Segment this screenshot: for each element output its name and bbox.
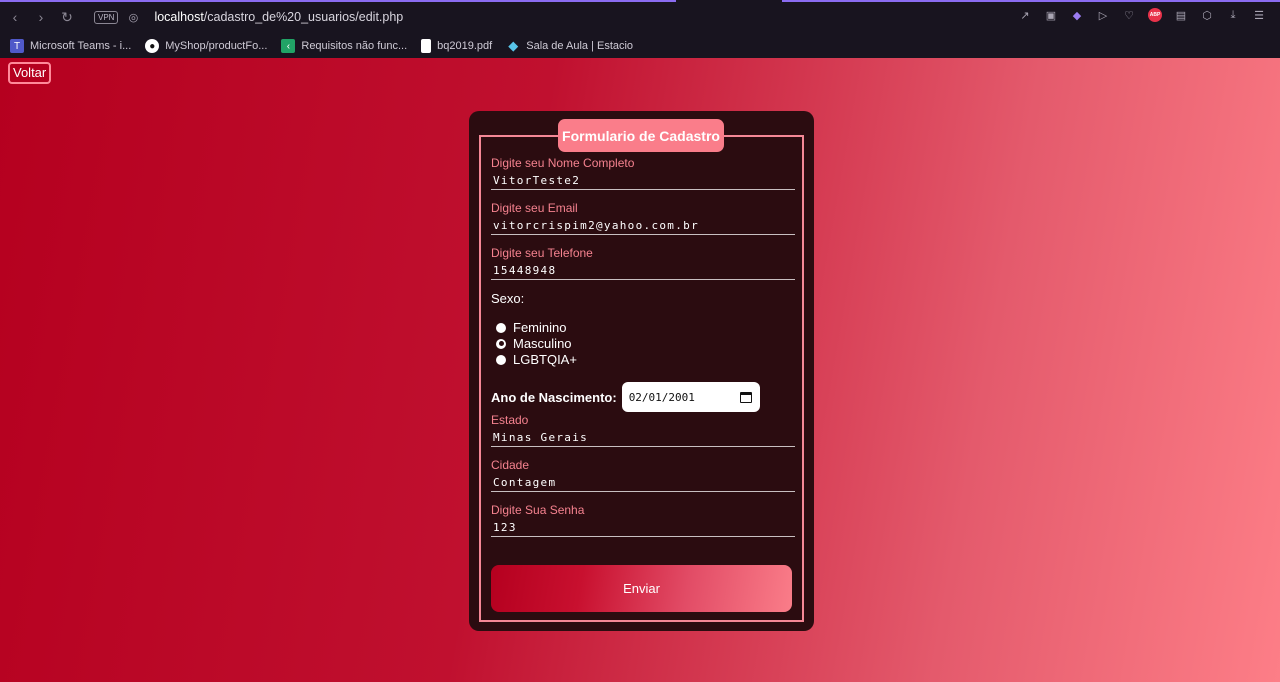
nome-field: Digite seu Nome Completo VitorTeste2 [491, 156, 795, 190]
back-arrow-icon[interactable]: ‹ [2, 4, 28, 30]
cidade-field: Cidade Contagem [491, 458, 795, 492]
radio-button[interactable] [496, 354, 506, 365]
download-icon[interactable]: ⤓ [1226, 8, 1240, 22]
telefone-input[interactable]: 15448948 [491, 264, 795, 280]
bookmark-estacio[interactable]: ◆ Sala de Aula | Estacio [506, 38, 634, 53]
radio-feminino[interactable]: Feminino [496, 320, 566, 335]
radio-lgbtqia[interactable]: LGBTQIA+ [496, 352, 577, 367]
browser-toolbar: ‹ › ↻ VPN ◎ localhost/cadastro_de%20_usu… [0, 0, 1280, 34]
bookmark-requisitos[interactable]: ‹ Requisitos não func... [281, 39, 407, 53]
heart-icon[interactable]: ♡ [1122, 8, 1136, 22]
telefone-field: Digite seu Telefone 15448948 [491, 246, 795, 280]
bookmark-label: Requisitos não func... [301, 40, 408, 52]
tab-indicator [782, 0, 1280, 2]
email-input[interactable]: vitorcrispim2@yahoo.com.br [491, 219, 795, 235]
globe-icon: ◎ [128, 11, 139, 24]
telefone-label: Digite seu Telefone [491, 246, 593, 260]
back-button[interactable]: Voltar [8, 62, 52, 84]
send-icon[interactable]: ▷ [1096, 8, 1110, 22]
bookmark-pdf[interactable]: bq2019.pdf [421, 39, 492, 53]
senha-label: Digite Sua Senha [491, 503, 585, 517]
senha-input[interactable]: 123 [491, 521, 795, 537]
nascimento-row: Ano de Nascimento: 02/01/2001 [491, 382, 760, 412]
radio-label: Feminino [513, 320, 567, 335]
extension-icon[interactable]: ▤ [1174, 8, 1188, 22]
camera-icon[interactable]: ▣ [1044, 8, 1058, 22]
sexo-label: Sexo: [491, 291, 525, 306]
teams-icon: T [10, 39, 24, 53]
shield-icon[interactable]: ◆ [1070, 8, 1084, 22]
bookmark-teams[interactable]: T Microsoft Teams - i... [10, 39, 131, 53]
bookmark-label: Microsoft Teams - i... [30, 40, 132, 52]
bookmarks-bar: T Microsoft Teams - i... ● MyShop/produc… [0, 34, 1280, 58]
calendar-icon[interactable] [739, 391, 752, 403]
share-icon[interactable]: ↗ [1018, 8, 1032, 22]
radio-label: Masculino [513, 336, 572, 351]
toolbar-icons: ↗ ▣ ◆ ▷ ♡ ABP ▤ ⬡ ⤓ ☰ [1018, 8, 1266, 22]
page-background: Voltar Formulario de Cadastro Digite seu… [0, 58, 1280, 682]
url-host: localhost [154, 10, 204, 24]
enviar-button[interactable]: Enviar [491, 565, 792, 612]
adblock-icon[interactable]: ABP [1148, 8, 1162, 22]
radio-button-checked[interactable] [496, 338, 506, 349]
reload-icon[interactable]: ↻ [54, 4, 80, 30]
bookmark-label: Sala de Aula | Estacio [526, 40, 634, 52]
email-label: Digite seu Email [491, 201, 578, 215]
radio-masculino[interactable]: Masculino [496, 336, 572, 351]
nascimento-label: Ano de Nascimento: [491, 389, 617, 405]
date-value: 02/01/2001 [628, 390, 695, 404]
cidade-label: Cidade [491, 458, 530, 472]
nome-input[interactable]: VitorTeste2 [491, 174, 795, 190]
estado-input[interactable]: Minas Gerais [491, 431, 795, 447]
github-icon: ● [145, 39, 160, 53]
active-tab-indicator [0, 0, 676, 2]
email-field: Digite seu Email vitorcrispim2@yahoo.com… [491, 201, 795, 235]
nascimento-date-input[interactable]: 02/01/2001 [621, 382, 760, 412]
bookmark-label: MyShop/productFo... [165, 40, 268, 52]
vpn-badge[interactable]: VPN [94, 10, 119, 24]
menu-icon[interactable]: ☰ [1252, 8, 1266, 22]
forward-arrow-icon[interactable]: › [28, 4, 54, 30]
cidade-input[interactable]: Contagem [491, 476, 795, 492]
address-bar[interactable]: localhost/cadastro_de%20_usuarios/edit.p… [154, 10, 403, 24]
bookmark-myshop[interactable]: ● MyShop/productFo... [145, 39, 267, 53]
file-icon [421, 39, 432, 53]
radio-button[interactable] [496, 322, 506, 333]
senha-field: Digite Sua Senha 123 [491, 503, 795, 537]
estado-label: Estado [491, 413, 529, 427]
form-title: Formulario de Cadastro [558, 119, 724, 152]
nome-label: Digite seu Nome Completo [491, 156, 635, 170]
estado-field: Estado Minas Gerais [491, 413, 795, 447]
form-card: Formulario de Cadastro Digite seu Nome C… [469, 111, 814, 631]
bookmark-label: bq2019.pdf [437, 40, 493, 52]
url-path: /cadastro_de%20_usuarios/edit.php [203, 10, 404, 24]
radio-label: LGBTQIA+ [513, 352, 577, 367]
diamond-icon: ◆ [508, 38, 519, 53]
cube-icon[interactable]: ⬡ [1200, 8, 1214, 22]
sheet-icon: ‹ [281, 39, 296, 53]
